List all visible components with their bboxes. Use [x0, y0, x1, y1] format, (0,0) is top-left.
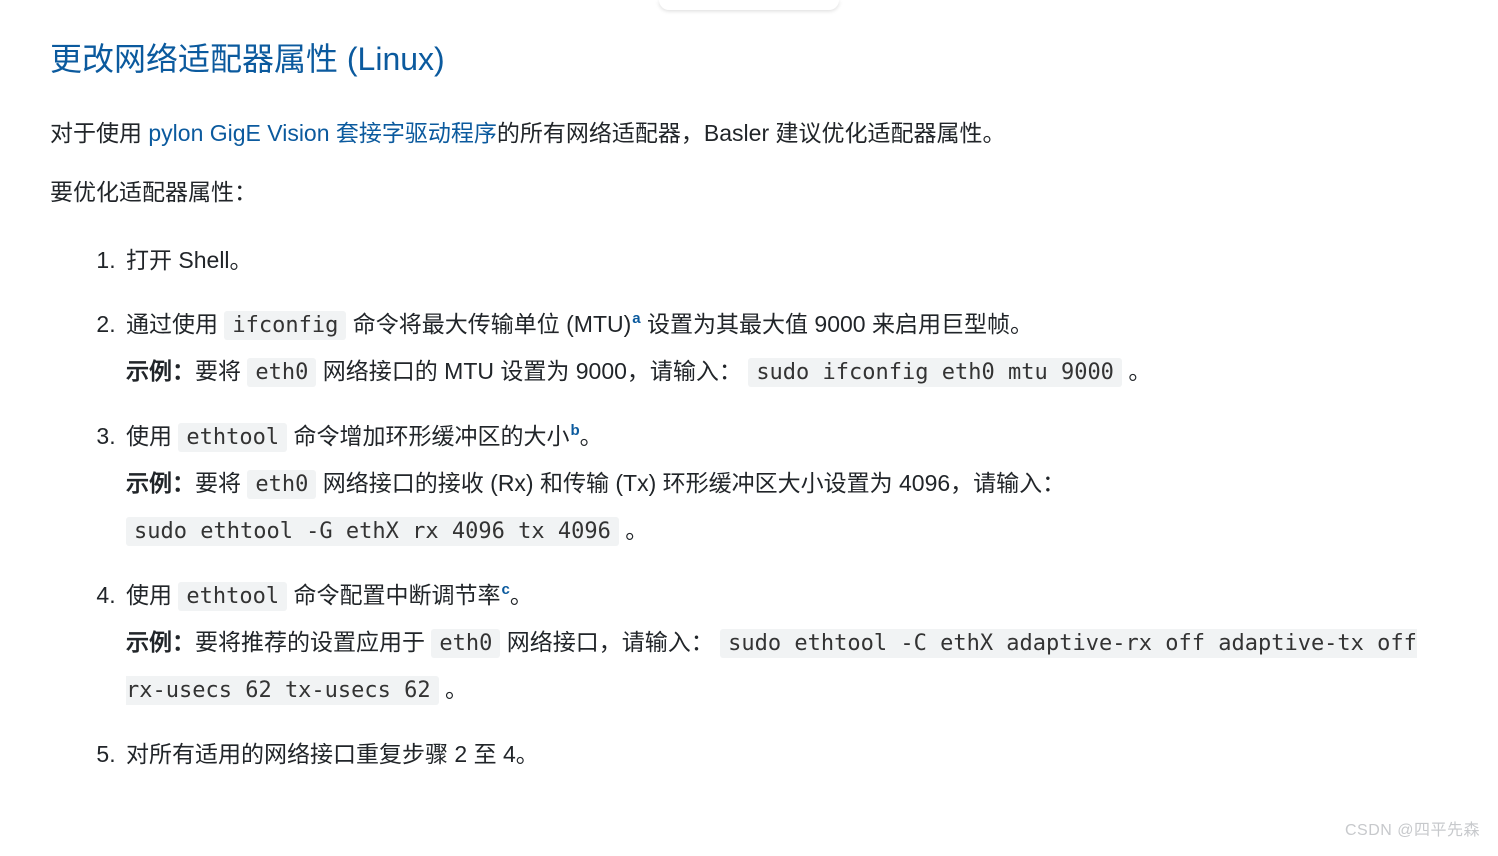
- step-2: 通过使用 ifconfig 命令将最大传输单位 (MTU)a 设置为其最大值 9…: [122, 301, 1448, 395]
- step-2-ex-b: 网络接口的 MTU 设置为 9000，请输入：: [316, 358, 742, 384]
- step-4-c: 。: [510, 582, 533, 608]
- code-ethtool-g: sudo ethtool -G ethX rx 4096 tx 4096: [126, 517, 619, 546]
- code-ethtool: ethtool: [178, 582, 287, 611]
- step-4: 使用 ethtool 命令配置中断调节率c。 示例：要将推荐的设置应用于 eth…: [122, 572, 1448, 713]
- step-2-a: 通过使用: [126, 311, 224, 337]
- example-label: 示例：: [126, 358, 195, 384]
- step-3-tail: 。: [619, 517, 648, 543]
- intro-before: 对于使用: [50, 120, 148, 146]
- footnote-b[interactable]: b: [571, 422, 580, 439]
- code-eth0: eth0: [247, 358, 316, 387]
- step-4-ex-b: 网络接口，请输入：: [500, 629, 713, 655]
- step-2-c: 设置为其最大值 9000 来启用巨型帧。: [641, 311, 1033, 337]
- intro-after: 的所有网络适配器，Basler 建议优化适配器属性。: [497, 120, 1006, 146]
- footnote-a[interactable]: a: [632, 310, 640, 327]
- code-ifconfig: ifconfig: [224, 311, 346, 340]
- step-2-ex-a: 要将: [195, 358, 247, 384]
- step-4-ex-a: 要将推荐的设置应用于: [195, 629, 431, 655]
- step-1-text: 打开 Shell。: [126, 247, 253, 273]
- steps-list: 打开 Shell。 通过使用 ifconfig 命令将最大传输单位 (MTU)a…: [50, 237, 1448, 777]
- step-5: 对所有适用的网络接口重复步骤 2 至 4。: [122, 731, 1448, 777]
- step-1: 打开 Shell。: [122, 237, 1448, 283]
- code-eth0: eth0: [431, 629, 500, 658]
- step-4-a: 使用: [126, 582, 178, 608]
- step-3-c: 。: [580, 423, 603, 449]
- intro-subhead: 要优化适配器属性：: [50, 173, 1448, 212]
- driver-link[interactable]: pylon GigE Vision 套接字驱动程序: [148, 120, 497, 146]
- step-2-tail: 。: [1122, 358, 1151, 384]
- code-ethtool: ethtool: [178, 423, 287, 452]
- browser-tab-shadow: [659, 0, 839, 10]
- step-5-text: 对所有适用的网络接口重复步骤 2 至 4。: [126, 741, 539, 767]
- step-3-a: 使用: [126, 423, 178, 449]
- step-4-tail: 。: [439, 676, 468, 702]
- step-2-b: 命令将最大传输单位 (MTU): [346, 311, 631, 337]
- example-label: 示例：: [126, 629, 195, 655]
- page-heading: 更改网络适配器属性 (Linux): [50, 32, 1448, 86]
- step-3-b: 命令增加环形缓冲区的大小: [287, 423, 569, 449]
- code-ifconfig-cmd: sudo ifconfig eth0 mtu 9000: [748, 358, 1122, 387]
- step-4-b: 命令配置中断调节率: [287, 582, 500, 608]
- code-eth0: eth0: [247, 470, 316, 499]
- intro-paragraph: 对于使用 pylon GigE Vision 套接字驱动程序的所有网络适配器，B…: [50, 114, 1448, 153]
- step-3-ex-b: 网络接口的接收 (Rx) 和传输 (Tx) 环形缓冲区大小设置为 4096，请输…: [316, 470, 1065, 496]
- watermark: CSDN @四平先森: [1345, 817, 1480, 844]
- footnote-c[interactable]: c: [502, 581, 510, 598]
- step-3-ex-a: 要将: [195, 470, 247, 496]
- example-label: 示例：: [126, 470, 195, 496]
- step-3: 使用 ethtool 命令增加环形缓冲区的大小b。 示例：要将 eth0 网络接…: [122, 413, 1448, 554]
